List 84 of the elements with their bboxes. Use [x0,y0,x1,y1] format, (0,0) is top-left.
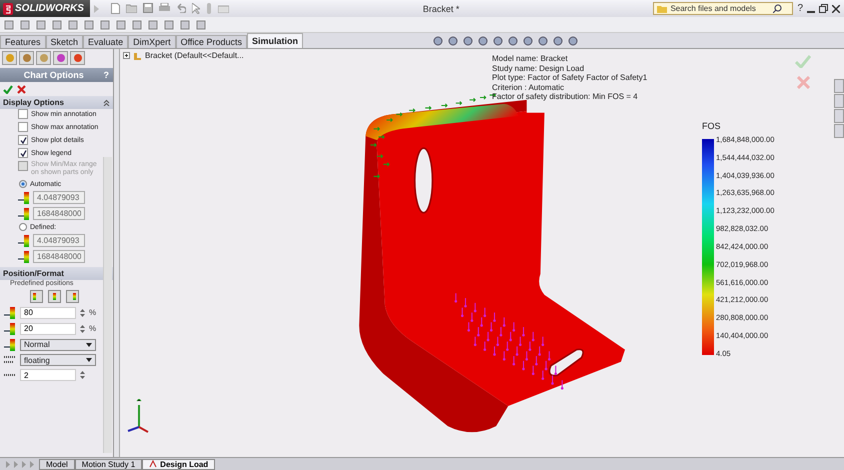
task-pane-tab[interactable] [834,94,844,108]
orientation-icon [4,338,16,351]
spin-arrows-icon[interactable] [80,308,85,318]
section-header[interactable]: Display Options [0,96,113,109]
value-field[interactable]: 4.04879093 [33,191,85,204]
section-header[interactable]: Position/Format [0,267,113,280]
search-icon[interactable] [773,4,782,13]
plot-detail-text: Model name: Bracket [492,54,569,64]
spin-arrows-icon[interactable] [80,324,85,334]
spin-arrows-icon[interactable] [80,370,85,380]
plot-detail-text: Factor of safety distribution: Min FOS = 4 [492,92,639,102]
restore-icon[interactable] [819,4,828,13]
command-tab[interactable]: Sketch [46,35,84,48]
legend-title: FOS [702,121,722,131]
close-icon[interactable] [832,4,840,12]
tree-item[interactable]: Bracket (Default<<Default... [145,51,244,60]
expand-plus-icon[interactable] [123,52,130,59]
position-button[interactable] [48,290,61,303]
plot-detail-text: Plot type: Factor of Safety Factor of Safety1 [492,73,648,82]
study-tab[interactable]: Design Load [142,458,216,470]
value-field[interactable]: 4.04879093 [33,234,85,247]
decimals-icon [4,372,16,378]
number-field[interactable]: 80 [20,306,76,318]
checkbox[interactable] [18,109,28,119]
cancel-x-icon[interactable] [17,85,26,94]
printer-icon[interactable] [158,3,170,13]
command-tab[interactable]: Simulation [246,33,303,48]
min-value-icon [18,191,30,204]
dropdown[interactable]: floating [20,354,96,366]
collapse-chevron-icon[interactable] [103,99,110,106]
plot-detail-text: Criterion : Automatic [492,82,566,92]
caret-icon [86,342,92,346]
section-title: Position/Format [3,269,64,278]
checkbox[interactable] [18,135,28,145]
value-field[interactable]: 1684848000 [33,250,85,263]
next-icon[interactable] [20,460,27,468]
document-title: Bracket * [422,4,460,14]
ok-check-icon[interactable] [3,85,13,94]
value-field[interactable]: 1684848000 [33,207,85,220]
section-title: Display Options [3,98,64,107]
vertical-position-icon [4,322,16,335]
number-format-icon [4,355,16,365]
plot-detail-text: Study name: Design Load [492,64,586,73]
command-tab[interactable]: Evaluate [83,35,128,48]
position-button[interactable] [30,290,43,303]
expand-arrow-icon[interactable] [94,4,99,12]
folder-icon[interactable] [126,3,137,13]
caret-icon [86,358,92,362]
search-box[interactable]: Search files and models [653,2,794,15]
new-document-icon[interactable] [110,3,120,14]
number-field[interactable]: 20 [20,322,76,334]
scrollbar[interactable] [103,157,112,453]
last-icon[interactable] [28,460,35,468]
radio-button[interactable] [19,223,27,231]
min-value-icon [18,234,30,247]
number-field[interactable]: 2 [20,369,76,381]
app-logo: SOLIDWORKS [0,0,90,17]
max-value-icon [18,250,30,263]
horizontal-position-icon [4,306,16,319]
radio-button[interactable] [19,180,27,188]
task-pane-tab[interactable] [834,109,844,123]
dropdown[interactable]: Normal [20,338,96,350]
part-icon [133,51,142,60]
task-pane-tab[interactable] [834,124,844,138]
panel-title: Chart Options [22,70,85,80]
task-pane-tab[interactable] [834,79,844,93]
search-field[interactable]: Search files and models [670,4,770,13]
save-icon[interactable] [142,3,153,13]
study-tab[interactable]: Model [39,458,75,470]
command-tab[interactable]: Office Products [176,35,247,48]
folder-icon[interactable] [657,4,668,12]
checkbox[interactable] [18,148,28,158]
command-tab[interactable]: DimXpert [128,35,176,48]
pointer-icon[interactable] [192,3,200,14]
unit-label: % [89,308,96,317]
help-button[interactable]: ? [797,3,803,14]
command-tab[interactable]: Features [0,35,46,48]
undo-icon[interactable] [176,3,186,13]
study-tab[interactable]: Motion Study 1 [74,458,142,470]
position-button[interactable] [66,290,79,303]
unit-label: % [89,324,96,333]
checkbox[interactable] [18,122,28,132]
confirm-check-icon[interactable] [795,55,811,68]
max-value-icon [18,207,30,220]
